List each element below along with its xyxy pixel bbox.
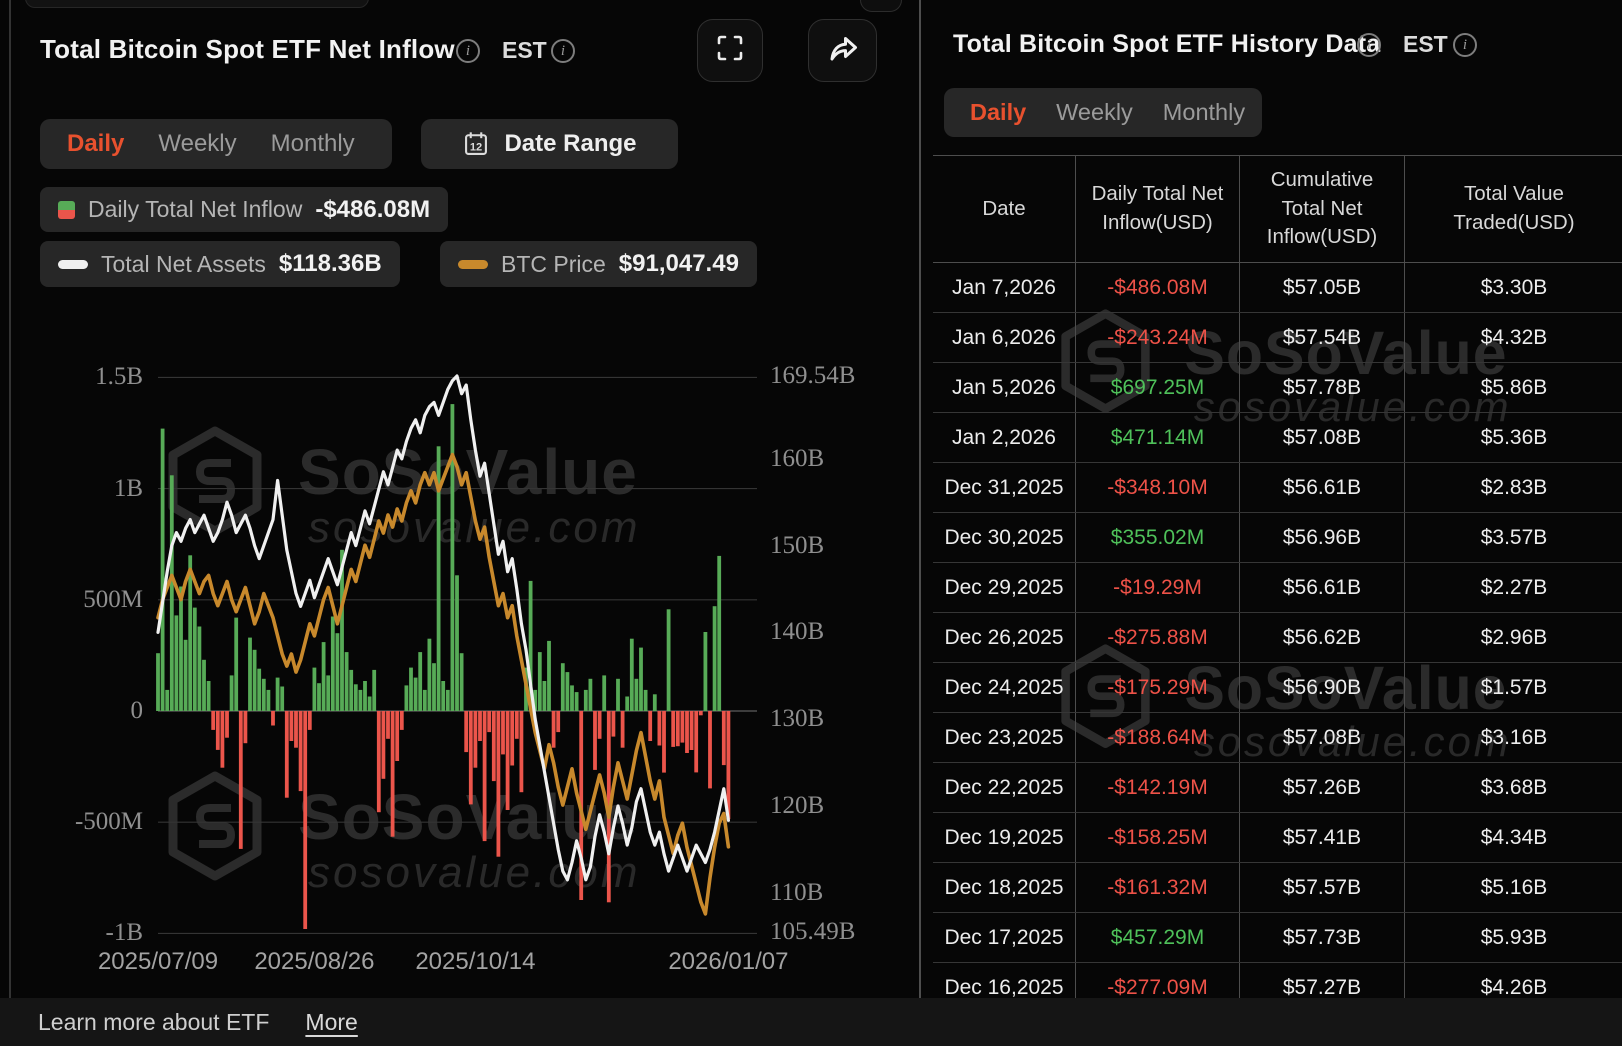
y-axis-left-tick: 1B — [0, 475, 143, 503]
y-axis-right-tick: 169.54B — [770, 362, 855, 390]
x-axis-tick: 2026/01/07 — [668, 948, 788, 976]
y-axis-right-tick: 105.49B — [770, 918, 855, 946]
x-axis-tick: 2025/07/09 — [98, 948, 218, 976]
y-axis-left-tick: 0 — [0, 697, 143, 725]
x-axis-tick: 2025/10/14 — [415, 948, 535, 976]
y-axis-right-tick: 130B — [770, 705, 824, 733]
chart-axis-labels: 1.5B 1B 500M 0 -500M -1B 169.54B 160B 150B 140B 13… — [0, 0, 1622, 1046]
y-axis-right-tick: 110B — [770, 879, 823, 907]
y-axis-right-tick: 150B — [770, 532, 824, 560]
y-axis-right-tick: 140B — [770, 618, 824, 646]
y-axis-left-tick: -500M — [0, 808, 143, 836]
net-inflow-panel: Total Bitcoin Spot ETF Net Inflow i EST … — [0, 0, 1622, 1046]
x-axis-tick: 2025/08/26 — [254, 948, 374, 976]
footer-text: Learn more about ETF — [38, 1009, 269, 1036]
y-axis-left-tick: 1.5B — [0, 363, 143, 391]
footer-more-link[interactable]: More — [305, 1009, 357, 1036]
dashboard: Total Bitcoin Spot ETF Net Inflow i EST … — [0, 0, 1622, 1046]
y-axis-right-tick: 120B — [770, 792, 824, 820]
y-axis-right-tick: 160B — [770, 445, 824, 473]
y-axis-left-tick: 500M — [0, 586, 143, 614]
footer-bar: Learn more about ETF More — [0, 998, 1622, 1046]
y-axis-left-tick: -1B — [0, 919, 143, 947]
